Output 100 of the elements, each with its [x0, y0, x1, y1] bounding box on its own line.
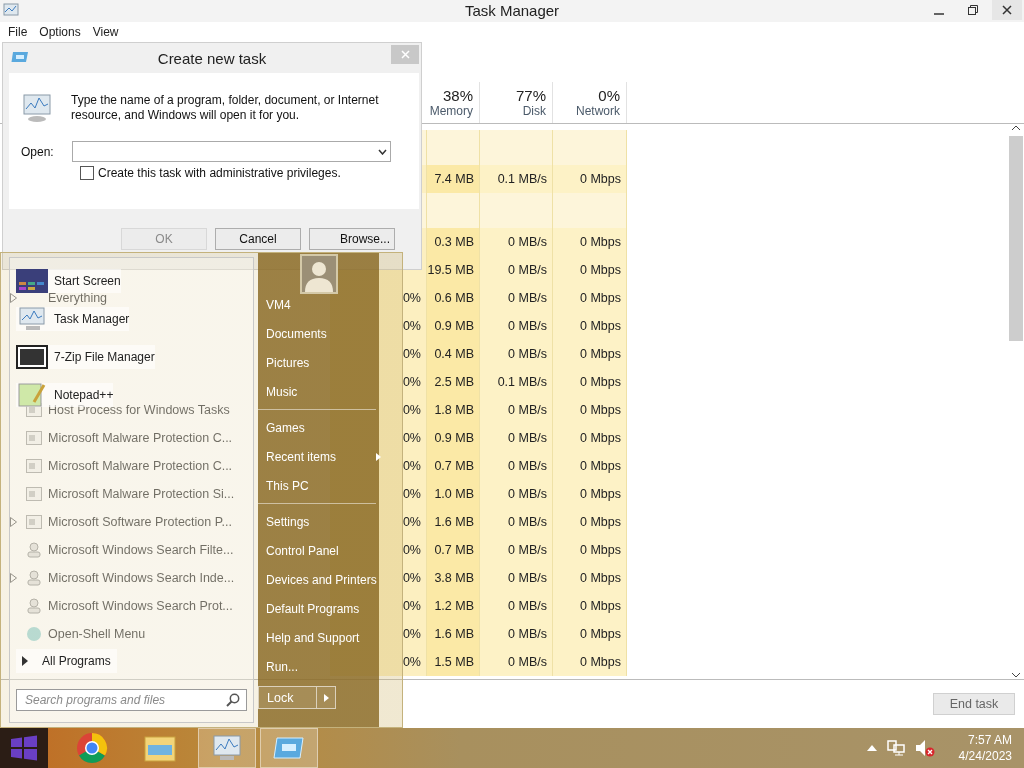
disk-cell: 0 MB/s: [480, 395, 553, 424]
taskbar-button[interactable]: [198, 728, 256, 768]
column-header[interactable]: 0% Network: [553, 81, 627, 123]
caret-up-icon[interactable]: [866, 745, 877, 751]
disk-cell: 0.1 MB/s: [480, 164, 553, 193]
expand-arrow-icon[interactable]: [10, 516, 17, 527]
process-name: Open-Shell Menu: [48, 626, 146, 641]
program-item[interactable]: 7-Zip File Manager: [16, 345, 155, 369]
windows-logo-icon: [10, 735, 38, 761]
notepad-icon: [16, 383, 48, 407]
chevron-down-icon: [378, 148, 387, 155]
network-cell: 0 Mbps: [553, 423, 627, 452]
memory-cell: 2.5 MB: [427, 367, 480, 396]
memory-cell: 1.6 MB: [427, 619, 480, 648]
archive-icon: [16, 345, 48, 369]
disk-cell: 0 MB/s: [480, 423, 553, 452]
column-header[interactable]: 38% Memory: [427, 81, 480, 123]
search-field[interactable]: Search programs and files: [16, 689, 247, 711]
sphere-icon: [26, 625, 42, 642]
memory-cell: 0.3 MB: [427, 227, 480, 256]
network-cell: 0 Mbps: [553, 619, 627, 648]
process-name: Microsoft Windows Search Filte...: [48, 542, 234, 557]
dialog-message: Type the name of a program, folder, document, or Internet resource, and Windows will open it for you.: [71, 93, 380, 123]
cpu-cell: 0%: [330, 395, 427, 424]
lock-button[interactable]: Lock: [258, 686, 336, 709]
memory-cell: 7.4 MB: [427, 164, 480, 193]
memory-cell: 0.7 MB: [427, 451, 480, 480]
memory-cell: 3.8 MB: [427, 563, 480, 592]
scrollbar[interactable]: [1008, 123, 1024, 680]
memory-cell: 0.7 MB: [427, 535, 480, 564]
monitor-icon: [16, 307, 48, 331]
network-cell: 0 Mbps: [553, 227, 627, 256]
taskbar-button[interactable]: [0, 728, 48, 768]
network-cell: 0 Mbps: [553, 255, 627, 284]
all-programs-item[interactable]: All Programs: [16, 649, 117, 673]
user-icon: [26, 569, 42, 586]
memory-cell: 0.4 MB: [427, 339, 480, 368]
window-icon: [26, 430, 42, 445]
menu-item[interactable]: View: [86, 21, 125, 42]
taskbar-button[interactable]: [260, 728, 318, 768]
disk-cell: 0 MB/s: [480, 311, 553, 340]
disk-cell: 0 MB/s: [480, 535, 553, 564]
program-item[interactable]: Task Manager: [16, 307, 130, 331]
clock[interactable]: 7:57 AM 4/24/2023: [958, 732, 1012, 764]
submenu-arrow-icon: [376, 452, 381, 461]
menu-item[interactable]: Options: [33, 21, 87, 42]
cpu-cell: 0%: [330, 311, 427, 340]
dialog-button[interactable]: Browse...: [309, 228, 395, 250]
disk-cell: 0 MB/s: [480, 563, 553, 592]
triangle-right-icon: [323, 693, 329, 702]
minimize-icon: [934, 13, 944, 15]
start-menu-item[interactable]: Default Programs: [258, 594, 385, 623]
process-name: Everything: [48, 290, 108, 305]
network-cell: 0 Mbps: [553, 283, 627, 312]
monitor-icon: [21, 93, 53, 123]
start-menu-item[interactable]: Devices and Printers: [258, 565, 385, 594]
window-title: Task Manager: [464, 2, 560, 20]
disk-cell: 0 MB/s: [480, 647, 553, 676]
window-icon: [26, 458, 42, 473]
user-picture: [300, 254, 338, 294]
chrome-icon: [76, 732, 108, 764]
close-icon: [1002, 5, 1012, 15]
expand-arrow-icon[interactable]: [10, 292, 17, 303]
process-name: Microsoft Malware Protection Si...: [48, 486, 235, 501]
network-cell: 0 Mbps: [553, 367, 627, 396]
memory-cell: 1.5 MB: [427, 647, 480, 676]
expand-arrow-icon[interactable]: [10, 572, 17, 583]
menu-item[interactable]: File: [2, 21, 34, 42]
start-menu-item[interactable]: Control Panel: [258, 536, 385, 565]
memory-cell: 0.6 MB: [427, 283, 480, 312]
memory-cell: 1.8 MB: [427, 395, 480, 424]
close-icon: [400, 50, 410, 59]
dialog-button[interactable]: Cancel: [215, 228, 301, 250]
memory-cell: 1.0 MB: [427, 479, 480, 508]
process-name: Microsoft Malware Protection C...: [48, 458, 233, 473]
process-name: Microsoft Windows Search Prot...: [48, 598, 233, 613]
app-icon: [3, 3, 19, 19]
process-name: Microsoft Windows Search Inde...: [48, 570, 235, 585]
network-icon[interactable]: [886, 740, 905, 756]
speaker-icon[interactable]: [914, 739, 935, 757]
close-button[interactable]: [992, 0, 1022, 20]
open-combo-field[interactable]: [72, 141, 391, 162]
user-icon: [26, 597, 42, 614]
window-icon: [26, 486, 42, 501]
network-cell: 0 Mbps: [553, 339, 627, 368]
disk-cell: 0 MB/s: [480, 451, 553, 480]
network-cell: 0 Mbps: [553, 311, 627, 340]
open-label: Open:: [21, 144, 55, 159]
program-item[interactable]: Start Screen: [16, 269, 121, 293]
network-cell: 0 Mbps: [553, 535, 627, 564]
column-header[interactable]: 77% Disk: [480, 81, 553, 123]
admin-checkbox[interactable]: [80, 166, 94, 180]
cpu-cell: 0%: [330, 283, 427, 312]
disk-cell: 0 MB/s: [480, 479, 553, 508]
process-name: Microsoft Software Protection P...: [48, 514, 232, 529]
disk-cell: 0 MB/s: [480, 227, 553, 256]
user-icon: [26, 541, 42, 558]
disk-cell: 0 MB/s: [480, 283, 553, 312]
network-cell: 0 Mbps: [553, 507, 627, 536]
network-cell: 0 Mbps: [553, 451, 627, 480]
